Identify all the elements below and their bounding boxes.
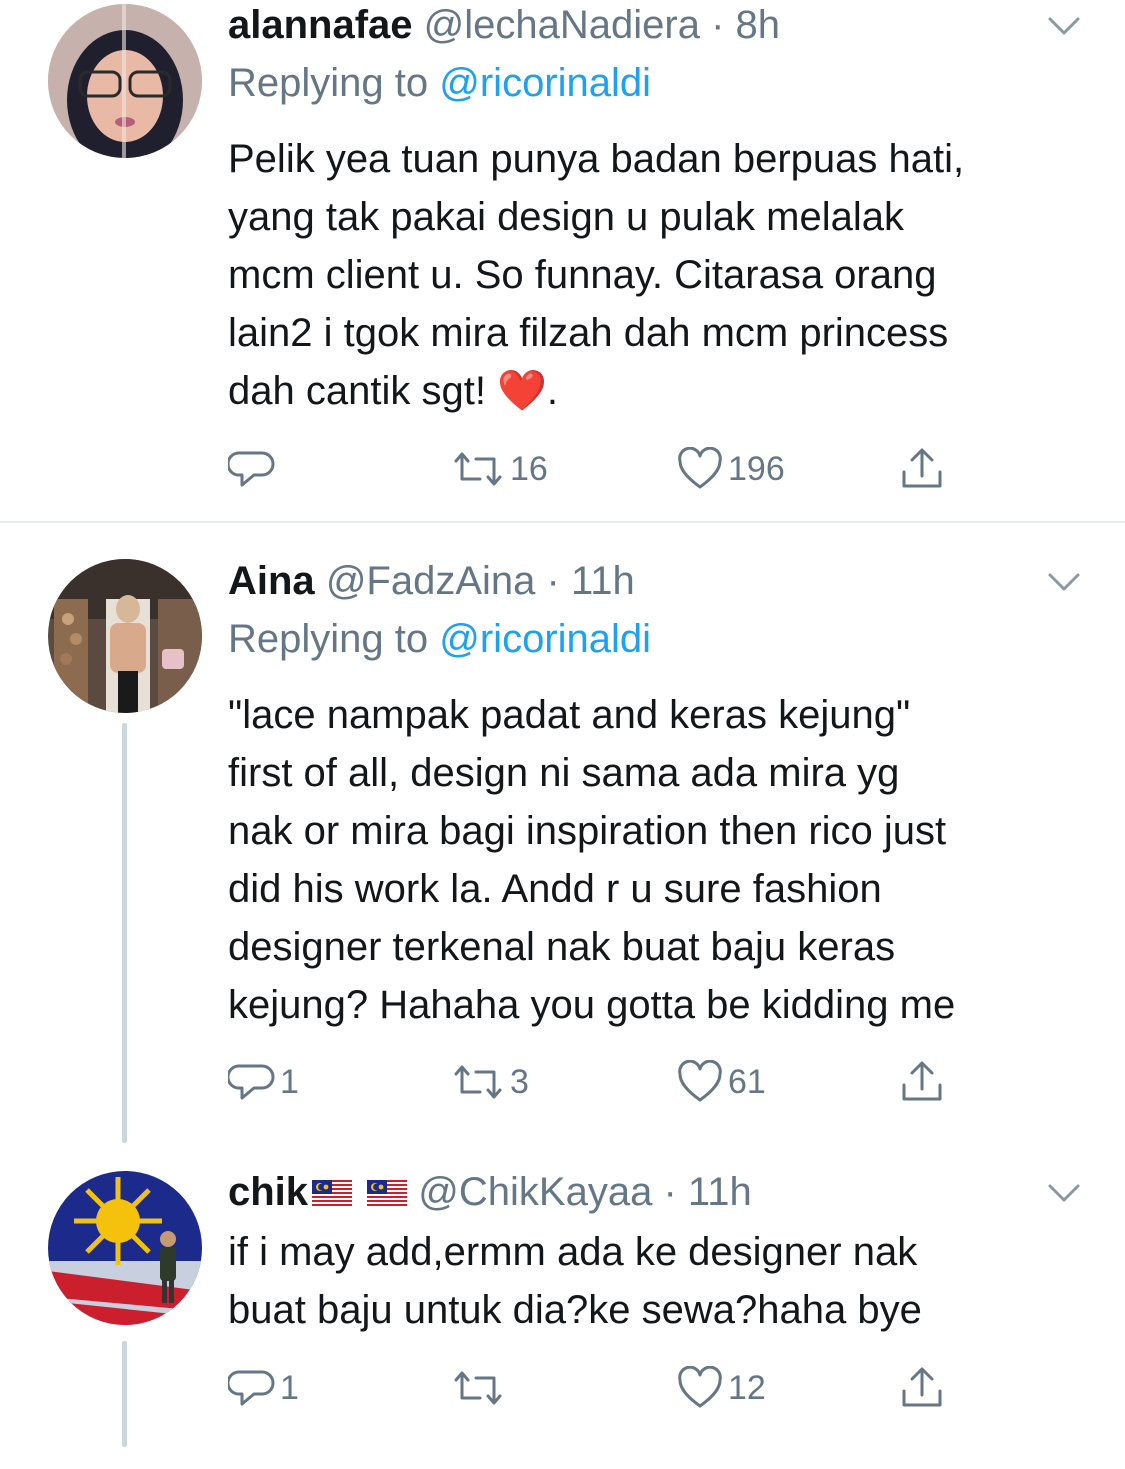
chevron-down-icon[interactable] [1046,14,1082,38]
tweet-text-line: did his work la. Andd r u sure fashion [228,867,882,911]
tweet-text-line: first of all, design ni sama ada mira yg [228,751,900,795]
reply-count: 1 [280,1063,299,1101]
display-name[interactable]: chik [228,1170,308,1214]
like-button[interactable]: 12 [676,1363,766,1413]
reply-button[interactable] [228,444,280,494]
replying-to: Replying to @ricorinaldi [228,58,651,108]
reply-button[interactable]: 1 [228,1363,299,1413]
retweet-button[interactable]: 16 [450,444,548,494]
mention-link[interactable]: @ricorinaldi [439,617,651,661]
timestamp[interactable]: 11h [688,1170,752,1214]
tweet-text-line: kejung? Hahaha you gotta be kidding me [228,983,956,1027]
malaysia-flag-icon [367,1180,408,1209]
tweet-text-line: designer terkenal nak buat baju keras [228,925,896,969]
user-handle[interactable]: @ChikKayaa [418,1170,652,1214]
share-button[interactable] [898,1057,946,1107]
retweet-button[interactable] [450,1363,510,1413]
replying-to: Replying to @ricorinaldi [228,614,651,664]
heart-icon [678,1366,722,1408]
share-button[interactable] [898,444,946,494]
tweet-actions: 16 196 [228,444,988,494]
retweet-icon [454,1065,502,1099]
tweet-header: chik @ChikKayaa · 11h [228,1167,752,1217]
reply-button[interactable]: 1 [228,1057,299,1107]
malaysia-flag-icon [312,1180,353,1209]
tweet-actions: 1 12 [228,1363,988,1413]
like-button[interactable]: 61 [676,1057,766,1107]
reply-icon [228,1370,275,1406]
like-count: 12 [728,1369,766,1407]
tweet-text-line: dah cantik sgt! ❤️. [228,369,558,413]
avatar[interactable] [48,559,202,713]
tweet-text: "lace nampak padat and keras kejung" fir… [228,686,1088,1034]
retweet-icon [454,1371,502,1405]
tweet[interactable]: Aina @FadzAina · 11h Replying to @ricori… [0,523,1125,1143]
retweet-count: 3 [510,1063,529,1101]
tweet-text-line: if i may add,ermm ada ke designer nak [228,1230,918,1274]
tweet-text-line: "lace nampak padat and keras kejung" [228,693,911,737]
tweet-text-line: mcm client u. So funnay. Citarasa orang [228,253,937,297]
thread-line [122,723,127,1143]
tweet[interactable]: chik @ChikKayaa · 11h if i may add,ermm … [0,1143,1125,1469]
tweet-text: if i may add,ermm ada ke designer nak bu… [228,1223,1088,1339]
heart-icon [678,447,722,489]
avatar[interactable] [48,1171,202,1325]
replying-prefix: Replying to [228,61,429,105]
tweet-text-line: yang tak pakai design u pulak melalak [228,195,904,239]
reply-icon [228,451,275,487]
like-count: 61 [728,1063,766,1101]
reply-icon [228,1064,275,1100]
display-name[interactable]: Aina [228,559,315,603]
reply-count: 1 [280,1369,299,1407]
timestamp[interactable]: 11h [571,559,635,603]
chevron-down-icon[interactable] [1046,1181,1082,1205]
tweet-text: Pelik yea tuan punya badan berpuas hati,… [228,130,1088,420]
tweet-text-line: Pelik yea tuan punya badan berpuas hati, [228,137,965,181]
share-icon [902,448,942,488]
timestamp[interactable]: 8h [736,3,781,47]
chevron-down-icon[interactable] [1046,570,1082,594]
tweet-text-line: buat baju untuk dia?ke sewa?haha bye [228,1288,922,1332]
tweet-header: alannafae @lechaNadiera · 8h [228,0,780,50]
tweet[interactable]: alannafae @lechaNadiera · 8h Replying to… [0,0,1125,522]
share-button[interactable] [898,1363,946,1413]
share-icon [902,1061,942,1101]
tweet-actions: 1 3 61 [228,1057,988,1107]
retweet-count: 16 [510,450,548,488]
tweet-header: Aina @FadzAina · 11h [228,556,635,606]
user-handle[interactable]: @lechaNadiera [424,3,700,47]
share-icon [902,1367,942,1407]
separator-dot: · [663,1170,677,1214]
tweet-text-line: lain2 i tgok mira filzah dah mcm princes… [228,311,949,355]
like-count: 196 [728,450,785,488]
retweet-button[interactable]: 3 [450,1057,529,1107]
like-button[interactable]: 196 [676,444,785,494]
tweet-text-line: nak or mira bagi inspiration then rico j… [228,809,947,853]
separator-dot: · [546,559,560,603]
separator-dot: · [711,3,725,47]
heart-icon [678,1060,722,1102]
user-handle[interactable]: @FadzAina [326,559,536,603]
replying-prefix: Replying to [228,617,429,661]
display-name[interactable]: alannafae [228,3,413,47]
retweet-icon [454,452,502,486]
mention-link[interactable]: @ricorinaldi [439,61,651,105]
thread-line [122,1341,127,1447]
avatar[interactable] [48,4,202,158]
